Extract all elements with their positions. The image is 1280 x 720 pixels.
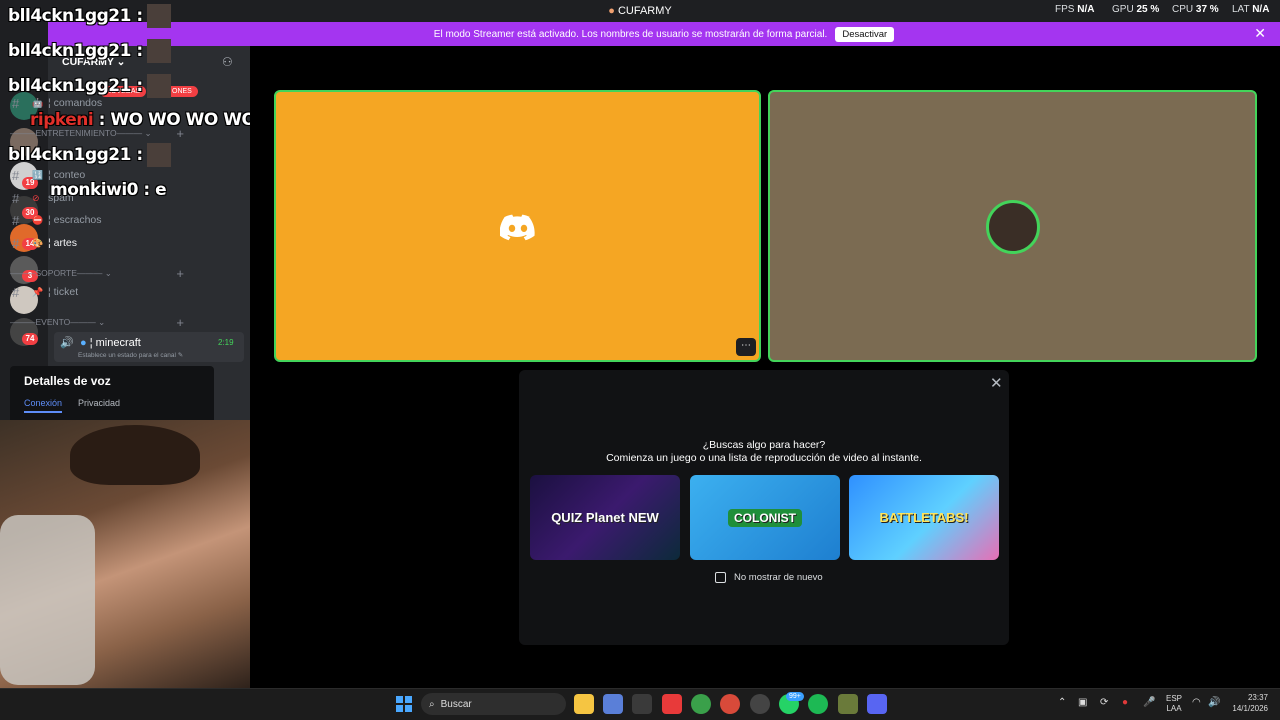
tray-icon[interactable]: ● [1122,697,1128,708]
lat-stat: LAT N/A [1232,4,1270,15]
deactivate-button[interactable]: Desactivar [835,26,895,42]
language-indicator[interactable]: ESP LAA [1166,694,1182,714]
discord-icon[interactable] [867,694,887,714]
chat-message: bll4ckn1gg21 : [8,4,171,28]
close-icon[interactable]: ✕ [1254,25,1266,42]
chat-message: monkiwi0 : e [50,180,167,200]
voice-details-title: Detalles de voz [24,374,111,388]
checkbox[interactable] [715,572,726,583]
wifi-icon[interactable]: ◠ [1192,697,1201,708]
streamer-mode-banner: El modo Streamer está activado. Los nomb… [48,22,1280,46]
microphone-icon[interactable]: 🎤 [1143,697,1155,708]
chat-message: bll4ckn1gg21 : [8,39,171,63]
fps-stat: FPS N/A [1055,4,1095,15]
avatar [986,200,1040,254]
volume-icon[interactable]: 🔊 [1208,697,1220,708]
hash-icon: # [12,235,20,251]
hash-icon: # [12,284,20,300]
activity-subtitle: Comienza un juego o una lista de reprodu… [606,452,922,464]
spotify-icon[interactable] [808,694,828,714]
voice-channel-label: ● ¦ minecraft [80,337,141,349]
avatar [146,39,171,63]
avatar [146,74,171,98]
speaker-icon: 🔊 [60,337,74,349]
category-soporte[interactable]: ———SOPORTE——— ⌄ + [10,266,190,281]
webcam-phone [0,515,95,685]
windows-start-icon[interactable] [396,696,412,712]
banner-text: El modo Streamer está activado. Los nomb… [433,28,828,40]
chevron-up-icon[interactable]: ⌃ [1058,697,1066,708]
globe-icon: ● [80,337,87,349]
discord-logo-icon [500,214,535,241]
tab-privacy[interactable]: Privacidad [78,398,120,408]
add-member-icon[interactable]: ⚇ [222,55,233,69]
avatar [146,143,171,167]
hash-icon: # [12,212,20,228]
gpu-stat: GPU 25 % [1112,4,1160,15]
close-icon[interactable]: ✕ [990,374,1003,392]
channel-artes[interactable]: # 🎨 ¦ artes [12,232,197,254]
avatar [146,4,171,28]
game-card-battletabs[interactable]: BATTLETABS! [849,475,999,560]
chrome-icon[interactable] [720,694,740,714]
chat-message: bll4ckn1gg21 : [8,74,171,98]
palette-icon: 🎨 [32,237,44,248]
game-card-quiz-planet[interactable]: QUIZ Planet NEW [530,475,680,560]
game-card-colonist[interactable]: COLONIST [690,475,840,560]
participant-tile[interactable] [274,90,761,362]
clock[interactable]: 23:37 14/1/2026 [1226,692,1268,714]
numbers-icon: 🔢 [32,169,44,180]
category-evento[interactable]: ———EVENTO——— ⌄ + [10,315,190,330]
webcam-hair [70,425,200,485]
channel-escrachos[interactable]: # ⛔ ¦ escrachos [12,209,197,231]
file-explorer-icon[interactable] [574,694,594,714]
no-entry-icon: ⛔ [32,214,44,225]
pin-icon: 📌 [32,286,44,297]
search-icon: ⌕ [429,698,435,710]
taskbar-search[interactable]: ⌕ Buscar [421,693,566,715]
chrome-icon[interactable] [691,694,711,714]
activity-question: ¿Buscas algo para hacer? [702,439,826,451]
dont-show-again[interactable]: No mostrar de nuevo [715,572,823,583]
participant-tile[interactable] [768,90,1257,362]
more-options-button[interactable]: ⋯ [736,338,756,356]
app-icon[interactable] [662,694,682,714]
channel-ticket[interactable]: # 📌 ¦ ticket [12,281,197,303]
app-icon[interactable] [750,694,770,714]
cpu-stat: CPU 37 % [1172,4,1219,15]
unread-badge: 74 [22,333,38,345]
prohibited-icon: ⊘ [32,192,40,203]
chat-message: bll4ckn1gg21 : [8,143,171,167]
hash-icon: # [12,167,20,183]
hash-icon: # [12,190,20,206]
whatsapp-badge: 99+ [786,692,804,701]
plus-icon[interactable]: + [176,266,184,281]
tray-icon[interactable]: ⟳ [1100,697,1108,708]
channel-status[interactable]: Establece un estado para el canal ✎ [78,351,183,359]
minecraft-icon[interactable] [838,694,858,714]
app-icon[interactable] [603,694,623,714]
tab-connection[interactable]: Conexión [24,398,63,413]
robot-icon: 🤖 [32,97,44,108]
voice-timer: 2:19 [218,338,234,347]
plus-icon[interactable]: + [176,315,184,330]
store-icon[interactable] [632,694,652,714]
tray-icon[interactable]: ▣ [1078,697,1087,708]
